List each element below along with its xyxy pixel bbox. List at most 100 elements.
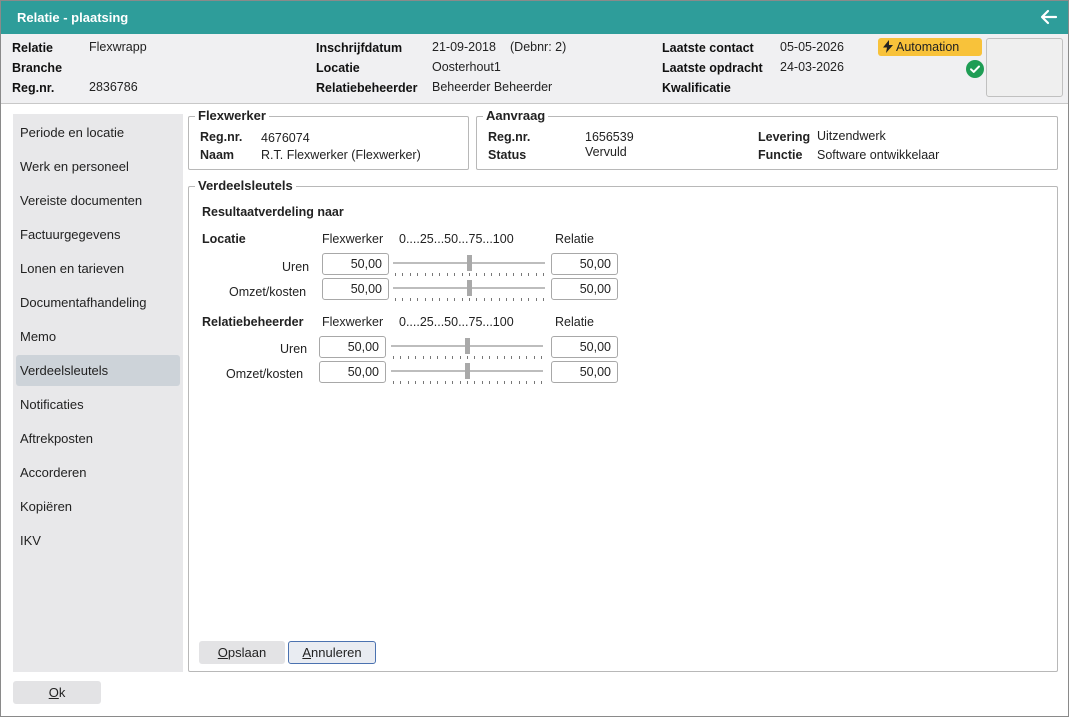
slider-tick (474, 356, 475, 359)
slider-tick (395, 273, 396, 276)
slider-tick (415, 381, 416, 384)
slider-tick (423, 356, 424, 359)
back-arrow-icon[interactable] (1040, 8, 1058, 26)
sidebar-nav: Periode en locatie Werk en personeel Ver… (13, 114, 183, 672)
relatie-value: Flexwrapp (89, 40, 147, 54)
aanvraag-legend: Aanvraag (483, 108, 549, 123)
locatie-omzet-slider[interactable] (393, 280, 545, 302)
slider-tick (497, 381, 498, 384)
slider-tick (528, 298, 529, 301)
slider-tick (543, 273, 544, 276)
slider-tick (513, 298, 514, 301)
slider-tick (447, 273, 448, 276)
slider-tick (476, 298, 477, 301)
slider-tick (402, 298, 403, 301)
sidebar-item-werk-en-personeel[interactable]: Werk en personeel (16, 151, 180, 182)
aanvraag-regnr-value: 1656539 (585, 130, 634, 144)
slider-tick (521, 273, 522, 276)
slider-tick (511, 356, 512, 359)
relatiebeheerder-uren-flexwerker-input[interactable]: 50,00 (319, 336, 386, 358)
slider-thumb[interactable] (465, 363, 470, 379)
slider-tick (462, 273, 463, 276)
locatie-uren-slider[interactable] (393, 255, 545, 277)
slider-tick (430, 356, 431, 359)
slider-tick (491, 298, 492, 301)
inschrijfdatum-value: 21-09-2018 (432, 40, 496, 54)
slider-tick (432, 273, 433, 276)
locatie-uren-flexwerker-input[interactable]: 50,00 (322, 253, 389, 275)
slider-thumb[interactable] (467, 280, 472, 296)
slider-tick (536, 273, 537, 276)
slider-tick (430, 381, 431, 384)
ok-button[interactable]: Ok (13, 681, 101, 704)
section-locatie-scale: 0....25...50...75...100 (399, 232, 514, 246)
sidebar-item-notificaties[interactable]: Notificaties (16, 389, 180, 420)
regnr-value: 2836786 (89, 80, 138, 94)
slider-tick (484, 298, 485, 301)
sidebar-item-factuurgegevens[interactable]: Factuurgegevens (16, 219, 180, 250)
slider-tick (506, 273, 507, 276)
slider-tick (395, 298, 396, 301)
photo-placeholder[interactable] (986, 38, 1063, 97)
relatiebeheerder-omzet-label: Omzet/kosten (226, 367, 304, 381)
slider-tick (491, 273, 492, 276)
slider-tick (526, 356, 527, 359)
slider-thumb[interactable] (467, 255, 472, 271)
slider-tick (452, 356, 453, 359)
slider-tick (423, 381, 424, 384)
slider-tick (467, 356, 468, 359)
slider-tick (402, 273, 403, 276)
verdeelsleutels-group: Verdeelsleutels Resultaatverdeling naar … (188, 178, 1058, 672)
slider-tick (462, 298, 463, 301)
section-title-locatie: Locatie (202, 232, 246, 246)
sidebar-item-ikv[interactable]: IKV (16, 525, 180, 556)
slider-tick (521, 298, 522, 301)
slider-tick (469, 298, 470, 301)
relatiebeheerder-omzet-flexwerker-input[interactable]: 50,00 (319, 361, 386, 383)
locatie-omzet-flexwerker-input[interactable]: 50,00 (322, 278, 389, 300)
sidebar-item-lonen-en-tarieven[interactable]: Lonen en tarieven (16, 253, 180, 284)
slider-tick (504, 356, 505, 359)
slider-tick (519, 356, 520, 359)
sidebar-item-verdeelsleutels[interactable]: Verdeelsleutels (16, 355, 180, 386)
automation-badge[interactable]: Automation (878, 38, 982, 56)
section-relatiebeheerder-col-relatie: Relatie (555, 315, 594, 329)
sidebar-item-vereiste-documenten[interactable]: Vereiste documenten (16, 185, 180, 216)
laatste-contact-value: 05-05-2026 (780, 40, 844, 54)
relatiebeheerder-uren-relatie-input[interactable]: 50,00 (551, 336, 618, 358)
relatiebeheerder-omzet-relatie-input[interactable]: 50,00 (551, 361, 618, 383)
sidebar-item-aftrekposten[interactable]: Aftrekposten (16, 423, 180, 454)
slider-tick (489, 356, 490, 359)
slider-tick (445, 356, 446, 359)
slider-tick (432, 298, 433, 301)
regnr-label: Reg.nr. (12, 81, 55, 95)
sidebar-item-documentafhandeling[interactable]: Documentafhandeling (16, 287, 180, 318)
sidebar-item-memo[interactable]: Memo (16, 321, 180, 352)
locatie-omzet-label: Omzet/kosten (229, 285, 307, 299)
locatie-label: Locatie (316, 61, 360, 75)
relatiebeheerder-uren-slider[interactable] (391, 338, 543, 360)
relatiebeheerder-label: Relatiebeheerder (316, 81, 418, 95)
slider-tick (506, 298, 507, 301)
slider-tick (513, 273, 514, 276)
save-button[interactable]: Opslaan (199, 641, 285, 664)
slider-tick (439, 273, 440, 276)
slider-tick (534, 381, 535, 384)
slider-thumb[interactable] (465, 338, 470, 354)
ok-button-label: k (58, 685, 66, 700)
locatie-uren-relatie-input[interactable]: 50,00 (551, 253, 618, 275)
aanvraag-regnr-label: Reg.nr. (488, 130, 531, 144)
cancel-button[interactable]: Annuleren (288, 641, 376, 664)
sidebar-item-kopieren[interactable]: Kopiëren (16, 491, 180, 522)
cancel-button-label: nnuleren (311, 645, 362, 660)
status-check-icon (966, 60, 984, 78)
sidebar-item-accorderen[interactable]: Accorderen (16, 457, 180, 488)
locatie-omzet-relatie-input[interactable]: 50,00 (551, 278, 618, 300)
relatiebeheerder-omzet-slider[interactable] (391, 363, 543, 385)
slider-tick (393, 356, 394, 359)
locatie-value: Oosterhout1 (432, 60, 501, 74)
sidebar-item-periode-en-locatie[interactable]: Periode en locatie (16, 117, 180, 148)
slider-tick (415, 356, 416, 359)
slider-tick (469, 273, 470, 276)
section-locatie-col-relatie: Relatie (555, 232, 594, 246)
